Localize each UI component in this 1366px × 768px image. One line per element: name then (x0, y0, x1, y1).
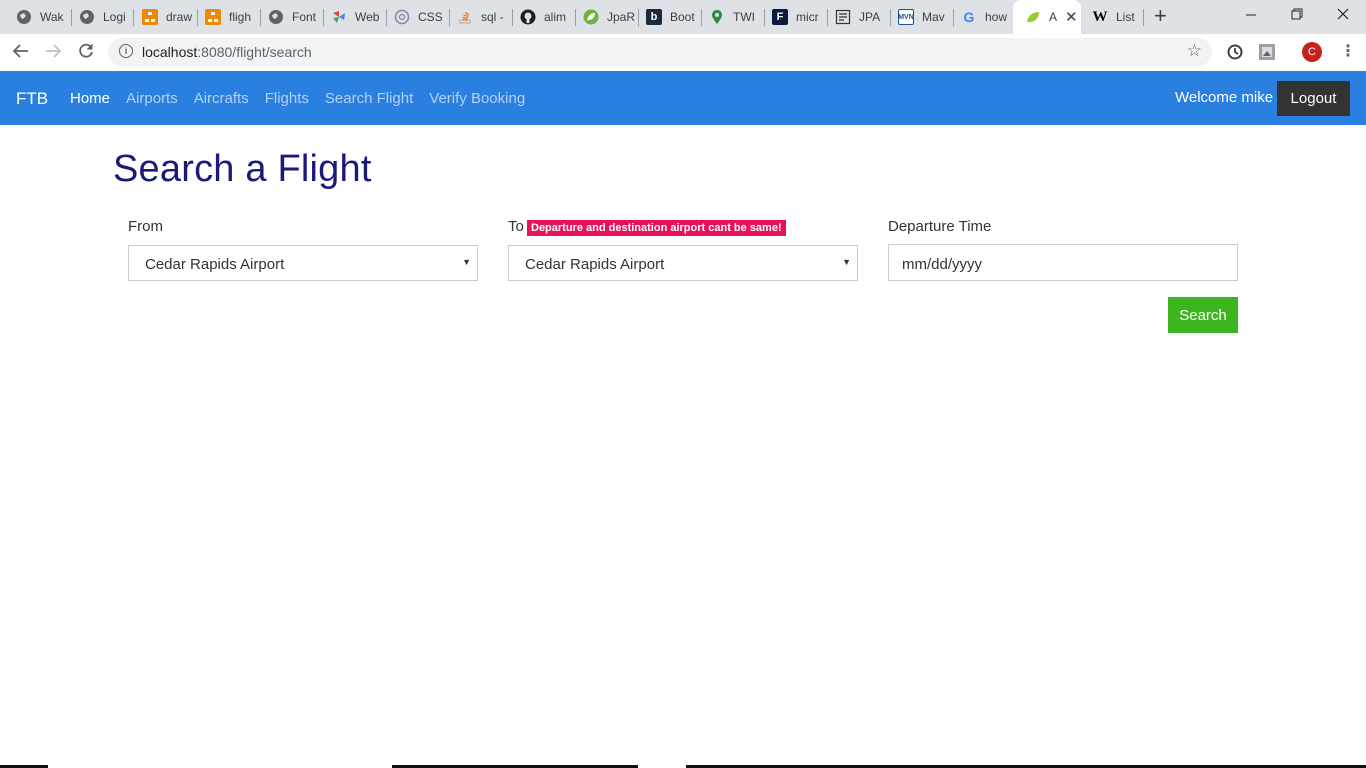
browser-tab-active[interactable]: A ✕ (1013, 0, 1081, 34)
spring-icon (583, 9, 599, 25)
info-icon[interactable]: i (119, 44, 133, 58)
from-select-value: Cedar Rapids Airport (145, 256, 285, 273)
nav-link-search-flight[interactable]: Search Flight (325, 90, 413, 107)
maven-icon: MVN (898, 9, 914, 25)
map-pin-icon (709, 9, 725, 25)
github-icon (520, 9, 536, 25)
brand-logo[interactable]: FTB (16, 89, 48, 109)
globe-icon (16, 9, 32, 25)
browser-tab[interactable]: JPA (823, 4, 887, 30)
browser-menu-icon[interactable]: ⋮ (1340, 41, 1356, 61)
omnibox[interactable]: i localhost:8080/flight/search ☆ (108, 38, 1212, 66)
browser-tab[interactable]: Web (319, 4, 383, 30)
nav-link-airports[interactable]: Airports (126, 90, 178, 107)
extension-sync-icon[interactable] (1226, 43, 1244, 61)
from-select[interactable]: Cedar Rapids Airport ▼ (128, 245, 478, 281)
browser-tab[interactable]: fligh (193, 4, 257, 30)
from-label: From (128, 218, 163, 235)
extension-icon[interactable] (1258, 43, 1276, 61)
nav-link-flights[interactable]: Flights (265, 90, 309, 107)
css-icon (394, 9, 410, 25)
browser-tab[interactable]: F micr (760, 4, 824, 30)
webflow-icon (331, 9, 347, 25)
browser-tab[interactable]: Font (256, 4, 320, 30)
departure-time-label: Departure Time (888, 218, 992, 235)
browser-tab[interactable]: draw (130, 4, 194, 30)
globe-icon (268, 9, 284, 25)
site-navbar: FTB Home Airports Aircrafts Flights Sear… (0, 71, 1366, 125)
search-button[interactable]: Search (1168, 297, 1238, 333)
browser-tab[interactable]: MVN Mav (886, 4, 950, 30)
departure-date-input[interactable]: mm/dd/yyyy (888, 244, 1238, 281)
minimize-icon[interactable] (1245, 4, 1257, 27)
nav-link-aircrafts[interactable]: Aircrafts (194, 90, 249, 107)
browser-tab[interactable]: Logi (67, 4, 131, 30)
f-icon: F (772, 9, 788, 25)
wikipedia-icon: W (1092, 8, 1108, 25)
drawio-icon (205, 9, 221, 25)
close-window-icon[interactable] (1337, 4, 1349, 27)
browser-tab[interactable]: b Boot (634, 4, 698, 30)
browser-tab[interactable]: CSS (382, 4, 446, 30)
url-path: :8080/flight/search (197, 44, 312, 60)
baeldung-icon: b (646, 9, 662, 25)
nav-link-verify-booking[interactable]: Verify Booking (429, 90, 525, 107)
reload-icon[interactable] (77, 42, 95, 64)
to-select-value: Cedar Rapids Airport (525, 256, 665, 273)
browser-tab-strip: Wak Logi draw fligh Font Web CSS sql - a… (0, 0, 1366, 34)
bookmark-star-icon[interactable]: ☆ (1187, 41, 1202, 61)
date-placeholder: mm/dd/yyyy (902, 256, 983, 273)
browser-tab[interactable]: TWI (697, 4, 761, 30)
error-badge: Departure and destination airport cant b… (527, 220, 786, 236)
url-host: localhost (142, 44, 198, 60)
to-select[interactable]: Cedar Rapids Airport ▼ (508, 245, 858, 281)
welcome-text: Welcome mike (1175, 89, 1274, 106)
dropdown-caret-icon: ▼ (462, 257, 471, 267)
browser-tab[interactable]: W List (1080, 4, 1144, 30)
browser-tab[interactable]: sql - (445, 4, 509, 30)
new-tab-button[interactable]: + (1154, 5, 1167, 27)
stackoverflow-icon (457, 9, 473, 25)
nav-links: Home Airports Aircrafts Flights Search F… (70, 90, 541, 107)
restore-icon[interactable] (1291, 4, 1303, 27)
address-bar: i localhost:8080/flight/search ☆ (0, 34, 1366, 70)
browser-tab[interactable]: JpaR (571, 4, 635, 30)
nav-link-home[interactable]: Home (70, 90, 110, 107)
to-label: To (508, 218, 524, 235)
leaf-icon (1025, 9, 1041, 25)
google-icon: G (963, 9, 975, 25)
forward-icon[interactable] (44, 42, 62, 64)
globe-icon (79, 9, 95, 25)
drawio-icon (142, 9, 158, 25)
logout-button[interactable]: Logout (1277, 81, 1350, 116)
browser-tab[interactable]: alim (508, 4, 572, 30)
jpa-icon (835, 9, 851, 25)
tab-separator (1143, 9, 1144, 26)
dropdown-caret-icon: ▼ (842, 257, 851, 267)
browser-tab[interactable]: Wak (4, 4, 70, 30)
page-title: Search a Flight (113, 148, 372, 190)
profile-avatar[interactable]: C (1302, 42, 1322, 62)
browser-tab[interactable]: G how (949, 4, 1013, 30)
back-icon[interactable] (12, 42, 30, 64)
close-tab-icon[interactable]: ✕ (1065, 10, 1078, 25)
